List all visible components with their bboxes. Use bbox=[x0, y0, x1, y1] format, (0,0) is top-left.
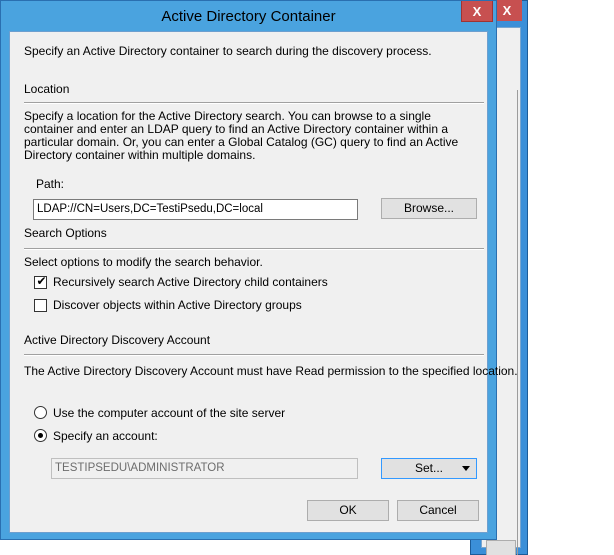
active-directory-container-dialog: Active Directory Container X Specify an … bbox=[0, 0, 518, 540]
location-heading: Location bbox=[24, 82, 70, 96]
ok-button[interactable]: OK bbox=[307, 500, 389, 521]
location-divider bbox=[24, 102, 484, 104]
cancel-button[interactable]: Cancel bbox=[397, 500, 479, 521]
discover-group-objects-label[interactable]: Discover objects within Active Directory… bbox=[53, 298, 302, 312]
recursive-search-checkbox[interactable]: ✔ bbox=[34, 274, 47, 289]
intro-text: Specify an Active Directory container to… bbox=[24, 44, 432, 58]
specify-account-label[interactable]: Specify an account: bbox=[53, 429, 158, 443]
radio-selected-dot bbox=[38, 433, 43, 438]
path-label: Path: bbox=[36, 177, 65, 191]
discover-group-objects-checkbox[interactable] bbox=[34, 299, 47, 312]
discovery-account-description: The Active Directory Discovery Account m… bbox=[24, 364, 518, 378]
discovery-account-heading: Active Directory Discovery Account bbox=[24, 333, 211, 347]
dropdown-arrow-icon bbox=[462, 466, 470, 471]
search-options-description: Select options to modify the search beha… bbox=[24, 255, 263, 269]
location-description: Specify a location for the Active Direct… bbox=[24, 109, 459, 162]
computer-account-radio[interactable] bbox=[34, 406, 47, 419]
search-options-divider bbox=[24, 248, 484, 250]
account-input: TESTIPSEDU\ADMINISTRATOR bbox=[51, 458, 358, 479]
dialog-body: Specify an Active Directory container to… bbox=[9, 31, 518, 533]
background-window-button[interactable] bbox=[486, 540, 516, 555]
search-options-heading: Search Options bbox=[24, 226, 107, 240]
set-button-label: Set... bbox=[414, 461, 443, 475]
computer-account-label[interactable]: Use the computer account of the site ser… bbox=[53, 406, 285, 420]
background-window-divider bbox=[504, 90, 518, 555]
recursive-search-label[interactable]: Recursively search Active Directory chil… bbox=[53, 275, 328, 289]
set-account-button[interactable]: Set... bbox=[381, 458, 477, 479]
path-input[interactable]: LDAP://CN=Users,DC=TestiPsedu,DC=local bbox=[33, 199, 358, 220]
specify-account-radio[interactable] bbox=[34, 429, 47, 442]
checkmark-icon: ✔ bbox=[36, 274, 47, 288]
title-bar[interactable]: Active Directory Container X bbox=[1, 1, 496, 31]
dialog-title: Active Directory Container bbox=[161, 8, 336, 25]
close-icon[interactable]: X bbox=[461, 1, 493, 22]
discovery-account-divider bbox=[24, 354, 484, 356]
browse-button[interactable]: Browse... bbox=[381, 198, 477, 219]
